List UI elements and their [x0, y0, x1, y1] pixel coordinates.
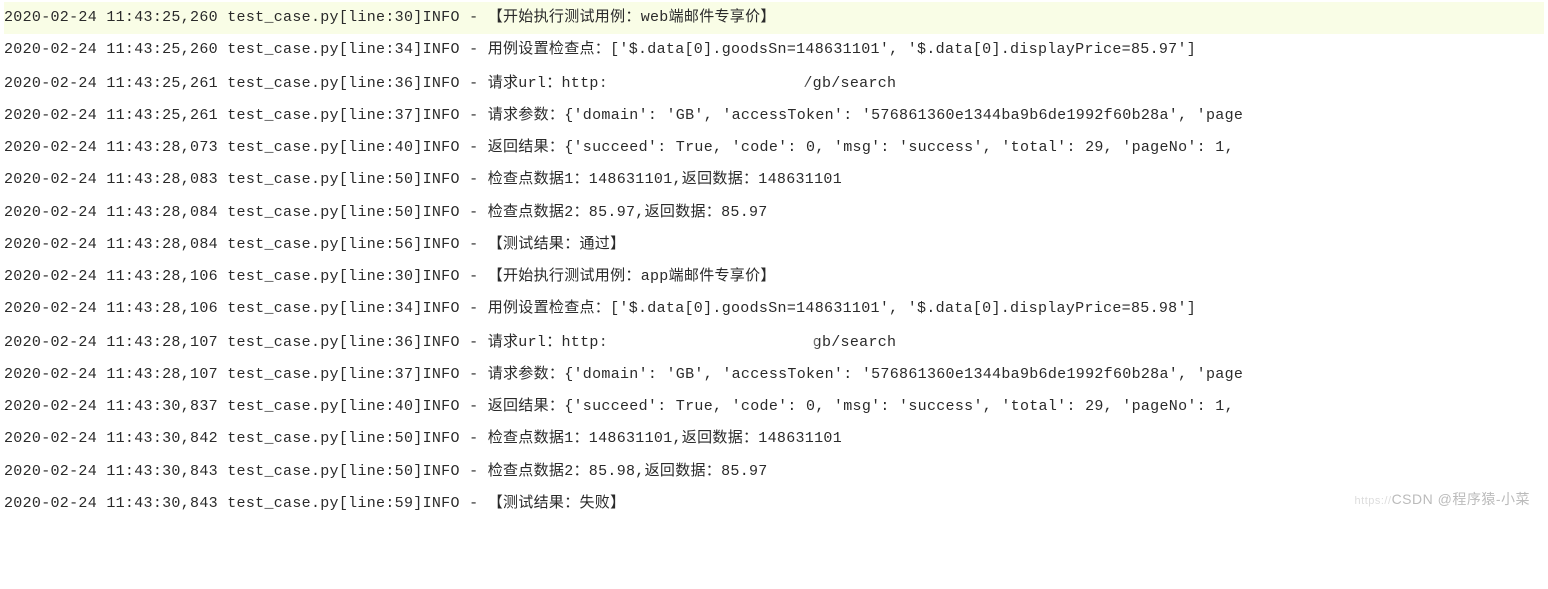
log-message-suffix: gb/search — [813, 334, 897, 351]
log-message: 用例设置检查点：['$.data[0].goodsSn=148631101', … — [488, 41, 1196, 58]
log-line[interactable]: 2020-02-24 11:43:25,261 test_case.py[lin… — [4, 100, 1544, 132]
log-line[interactable]: 2020-02-24 11:43:28,107 test_case.py[lin… — [4, 326, 1544, 359]
log-line[interactable]: 2020-02-24 11:43:25,260 test_case.py[lin… — [4, 34, 1544, 66]
log-timestamp-source: 2020-02-24 11:43:28,106 test_case.py[lin… — [4, 300, 488, 317]
log-timestamp-source: 2020-02-24 11:43:25,261 test_case.py[lin… — [4, 107, 488, 124]
log-message: 用例设置检查点：['$.data[0].goodsSn=148631101', … — [488, 300, 1196, 317]
log-timestamp-source: 2020-02-24 11:43:30,843 test_case.py[lin… — [4, 495, 488, 512]
log-timestamp-source: 2020-02-24 11:43:25,261 test_case.py[lin… — [4, 75, 488, 92]
log-timestamp-source: 2020-02-24 11:43:28,084 test_case.py[lin… — [4, 236, 488, 253]
log-message-suffix: /gb/search — [803, 75, 896, 92]
log-line[interactable]: 2020-02-24 11:43:28,083 test_case.py[lin… — [4, 164, 1544, 196]
watermark: https://CSDN @程序猿-小菜 — [1355, 484, 1530, 514]
log-message: 检查点数据2：85.97,返回数据：85.97 — [488, 204, 768, 221]
redacted-segment: xxxxxxxxxxxxxxxxxxxxxx — [608, 326, 813, 358]
log-message: 【开始执行测试用例：app端邮件专享价】 — [488, 268, 776, 285]
watermark-prefix: https:// — [1355, 495, 1392, 507]
log-timestamp-source: 2020-02-24 11:43:28,107 test_case.py[lin… — [4, 366, 488, 383]
log-message: 请求url：http: — [488, 75, 608, 92]
log-line[interactable]: 2020-02-24 11:43:28,107 test_case.py[lin… — [4, 359, 1544, 391]
log-message: 请求参数：{'domain': 'GB', 'accessToken': '57… — [488, 107, 1244, 124]
log-message: 返回结果：{'succeed': True, 'code': 0, 'msg':… — [488, 398, 1244, 415]
log-message: 检查点数据1：148631101,返回数据：148631101 — [488, 171, 842, 188]
log-timestamp-source: 2020-02-24 11:43:25,260 test_case.py[lin… — [4, 41, 488, 58]
log-message: 【测试结果：失败】 — [488, 495, 626, 512]
log-timestamp-source: 2020-02-24 11:43:30,843 test_case.py[lin… — [4, 463, 488, 480]
log-timestamp-source: 2020-02-24 11:43:30,842 test_case.py[lin… — [4, 430, 488, 447]
log-line[interactable]: 2020-02-24 11:43:28,106 test_case.py[lin… — [4, 261, 1544, 293]
watermark-text: CSDN @程序猿-小菜 — [1392, 491, 1530, 507]
log-message: 返回结果：{'succeed': True, 'code': 0, 'msg':… — [488, 139, 1244, 156]
log-line[interactable]: 2020-02-24 11:43:28,073 test_case.py[lin… — [4, 132, 1544, 164]
log-message: 检查点数据1：148631101,返回数据：148631101 — [488, 430, 842, 447]
log-message: 检查点数据2：85.98,返回数据：85.97 — [488, 463, 768, 480]
log-line[interactable]: 2020-02-24 11:43:25,260 test_case.py[lin… — [4, 2, 1544, 34]
log-line[interactable]: 2020-02-24 11:43:28,106 test_case.py[lin… — [4, 293, 1544, 325]
log-timestamp-source: 2020-02-24 11:43:28,083 test_case.py[lin… — [4, 171, 488, 188]
log-line[interactable]: 2020-02-24 11:43:30,843 test_case.py[lin… — [4, 488, 1544, 520]
log-timestamp-source: 2020-02-24 11:43:25,260 test_case.py[lin… — [4, 9, 488, 26]
log-timestamp-source: 2020-02-24 11:43:28,084 test_case.py[lin… — [4, 204, 488, 221]
log-message: 【测试结果：通过】 — [488, 236, 626, 253]
log-line[interactable]: 2020-02-24 11:43:28,084 test_case.py[lin… — [4, 229, 1544, 261]
log-lines-list: 2020-02-24 11:43:25,260 test_case.py[lin… — [4, 2, 1544, 520]
log-line[interactable]: 2020-02-24 11:43:30,842 test_case.py[lin… — [4, 423, 1544, 455]
log-timestamp-source: 2020-02-24 11:43:28,073 test_case.py[lin… — [4, 139, 488, 156]
log-message: 【开始执行测试用例：web端邮件专享价】 — [488, 9, 776, 26]
log-line[interactable]: 2020-02-24 11:43:25,261 test_case.py[lin… — [4, 67, 1544, 100]
log-console[interactable]: ✔ 2020-02-24 11:43:25,260 test_case.py[l… — [0, 0, 1548, 522]
redacted-segment: xxxxxxxxxxxxxxxxxxxxx — [608, 67, 803, 99]
log-line[interactable]: 2020-02-24 11:43:28,084 test_case.py[lin… — [4, 197, 1544, 229]
log-message: 请求参数：{'domain': 'GB', 'accessToken': '57… — [488, 366, 1244, 383]
log-line[interactable]: 2020-02-24 11:43:30,843 test_case.py[lin… — [4, 456, 1544, 488]
log-line[interactable]: 2020-02-24 11:43:30,837 test_case.py[lin… — [4, 391, 1544, 423]
log-message: 请求url：http: — [488, 334, 608, 351]
log-timestamp-source: 2020-02-24 11:43:28,107 test_case.py[lin… — [4, 334, 488, 351]
log-timestamp-source: 2020-02-24 11:43:30,837 test_case.py[lin… — [4, 398, 488, 415]
log-timestamp-source: 2020-02-24 11:43:28,106 test_case.py[lin… — [4, 268, 488, 285]
